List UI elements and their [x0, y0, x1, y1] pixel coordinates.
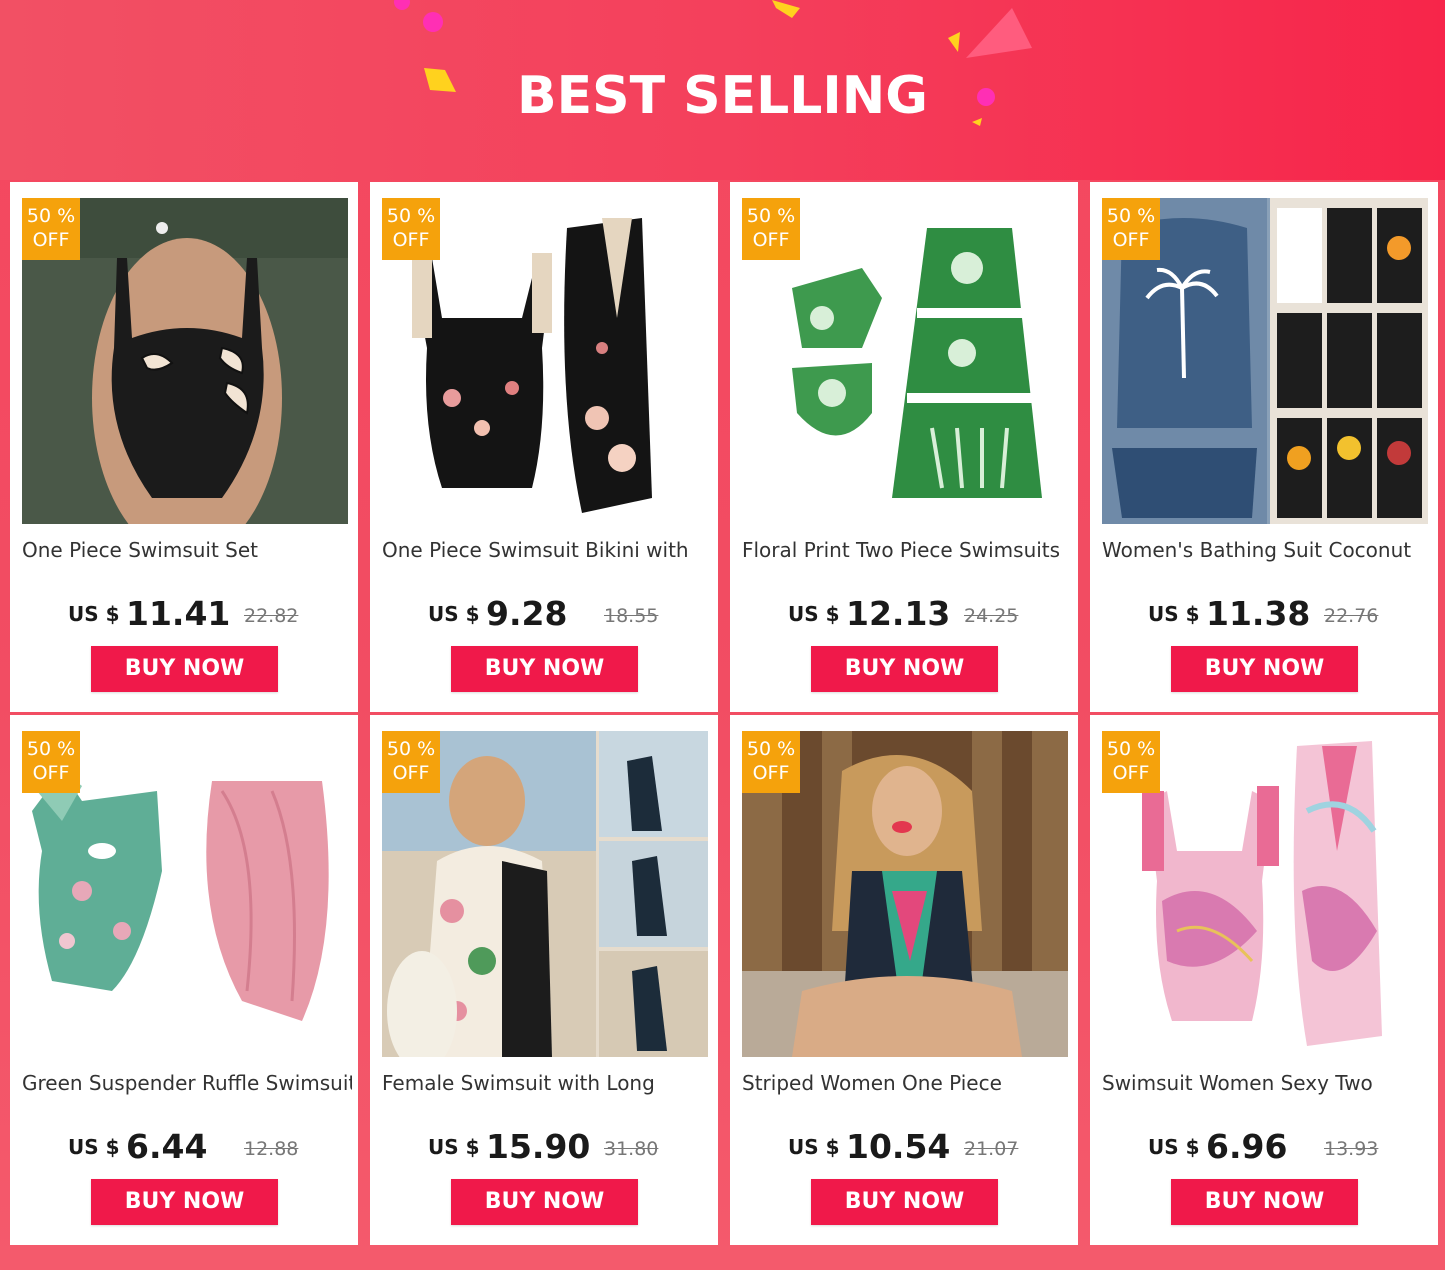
sale-price: 10.54	[846, 1127, 951, 1166]
product-card[interactable]: 50 % OFF One Piece Swimsuit Bikini with U…	[370, 182, 718, 712]
discount-badge: 50 % OFF	[1102, 198, 1160, 260]
original-price: 12.88	[244, 1138, 299, 1160]
product-card[interactable]: 50 % OFF Green Suspender Ruffle Swimsuit …	[10, 715, 358, 1245]
price-row: US $ 9.28 18.55	[370, 594, 718, 634]
discount-badge: 50 % OFF	[22, 198, 80, 260]
currency-label: US $	[1148, 1135, 1200, 1159]
product-title[interactable]: Swimsuit Women Sexy Two	[1102, 1071, 1432, 1095]
buy-now-button[interactable]: BUY NOW	[451, 646, 638, 692]
product-grid: 50 % OFF One Piece Swimsuit Set US $ 11.4…	[0, 0, 1445, 1270]
buy-now-button[interactable]: BUY NOW	[91, 1179, 278, 1225]
original-price: 31.80	[604, 1138, 659, 1160]
buy-now-button[interactable]: BUY NOW	[1171, 646, 1358, 692]
currency-label: US $	[428, 602, 480, 626]
sale-price: 9.28	[486, 594, 568, 633]
original-price: 24.25	[964, 605, 1019, 627]
original-price: 13.93	[1324, 1138, 1379, 1160]
product-title[interactable]: One Piece Swimsuit Bikini with	[382, 538, 712, 562]
sale-price: 6.44	[126, 1127, 208, 1166]
product-card[interactable]: 50 % OFF Female Swimsuit with Long US $ 1…	[370, 715, 718, 1245]
price-row: US $ 12.13 24.25	[730, 594, 1078, 634]
price-row: US $ 6.44 12.88	[10, 1127, 358, 1167]
price-row: US $ 15.90 31.80	[370, 1127, 718, 1167]
buy-now-button[interactable]: BUY NOW	[1171, 1179, 1358, 1225]
buy-now-button[interactable]: BUY NOW	[451, 1179, 638, 1225]
sale-price: 15.90	[486, 1127, 591, 1166]
currency-label: US $	[1148, 602, 1200, 626]
discount-badge: 50 % OFF	[382, 198, 440, 260]
product-title[interactable]: Female Swimsuit with Long	[382, 1071, 712, 1095]
buy-now-button[interactable]: BUY NOW	[91, 646, 278, 692]
discount-badge: 50 % OFF	[742, 731, 800, 793]
original-price: 18.55	[604, 605, 659, 627]
currency-label: US $	[788, 602, 840, 626]
discount-badge: 50 % OFF	[22, 731, 80, 793]
currency-label: US $	[788, 1135, 840, 1159]
product-card[interactable]: 50 % OFF Women's Bathing Suit Coconut US …	[1090, 182, 1438, 712]
product-card[interactable]: 50 % OFF Striped Women One Piece US $ 10.…	[730, 715, 1078, 1245]
buy-now-button[interactable]: BUY NOW	[811, 646, 998, 692]
sale-price: 11.41	[126, 594, 231, 633]
currency-label: US $	[68, 1135, 120, 1159]
product-card[interactable]: 50 % OFF One Piece Swimsuit Set US $ 11.4…	[10, 182, 358, 712]
product-title[interactable]: One Piece Swimsuit Set	[22, 538, 352, 562]
discount-badge: 50 % OFF	[742, 198, 800, 260]
price-row: US $ 11.38 22.76	[1090, 594, 1438, 634]
currency-label: US $	[428, 1135, 480, 1159]
discount-badge: 50 % OFF	[382, 731, 440, 793]
discount-badge: 50 % OFF	[1102, 731, 1160, 793]
product-title[interactable]: Floral Print Two Piece Swimsuits	[742, 538, 1072, 562]
product-card[interactable]: 50 % OFF Floral Print Two Piece Swimsuits…	[730, 182, 1078, 712]
original-price: 21.07	[964, 1138, 1019, 1160]
currency-label: US $	[68, 602, 120, 626]
price-row: US $ 10.54 21.07	[730, 1127, 1078, 1167]
price-row: US $ 11.41 22.82	[10, 594, 358, 634]
product-card[interactable]: 50 % OFF Swimsuit Women Sexy Two US $ 6.9…	[1090, 715, 1438, 1245]
sale-price: 11.38	[1206, 594, 1311, 633]
sale-price: 6.96	[1206, 1127, 1288, 1166]
original-price: 22.82	[244, 605, 299, 627]
price-row: US $ 6.96 13.93	[1090, 1127, 1438, 1167]
buy-now-button[interactable]: BUY NOW	[811, 1179, 998, 1225]
product-title[interactable]: Striped Women One Piece	[742, 1071, 1072, 1095]
product-title[interactable]: Women's Bathing Suit Coconut	[1102, 538, 1432, 562]
product-title[interactable]: Green Suspender Ruffle Swimsuit	[22, 1071, 352, 1095]
original-price: 22.76	[1324, 605, 1379, 627]
sale-price: 12.13	[846, 594, 951, 633]
